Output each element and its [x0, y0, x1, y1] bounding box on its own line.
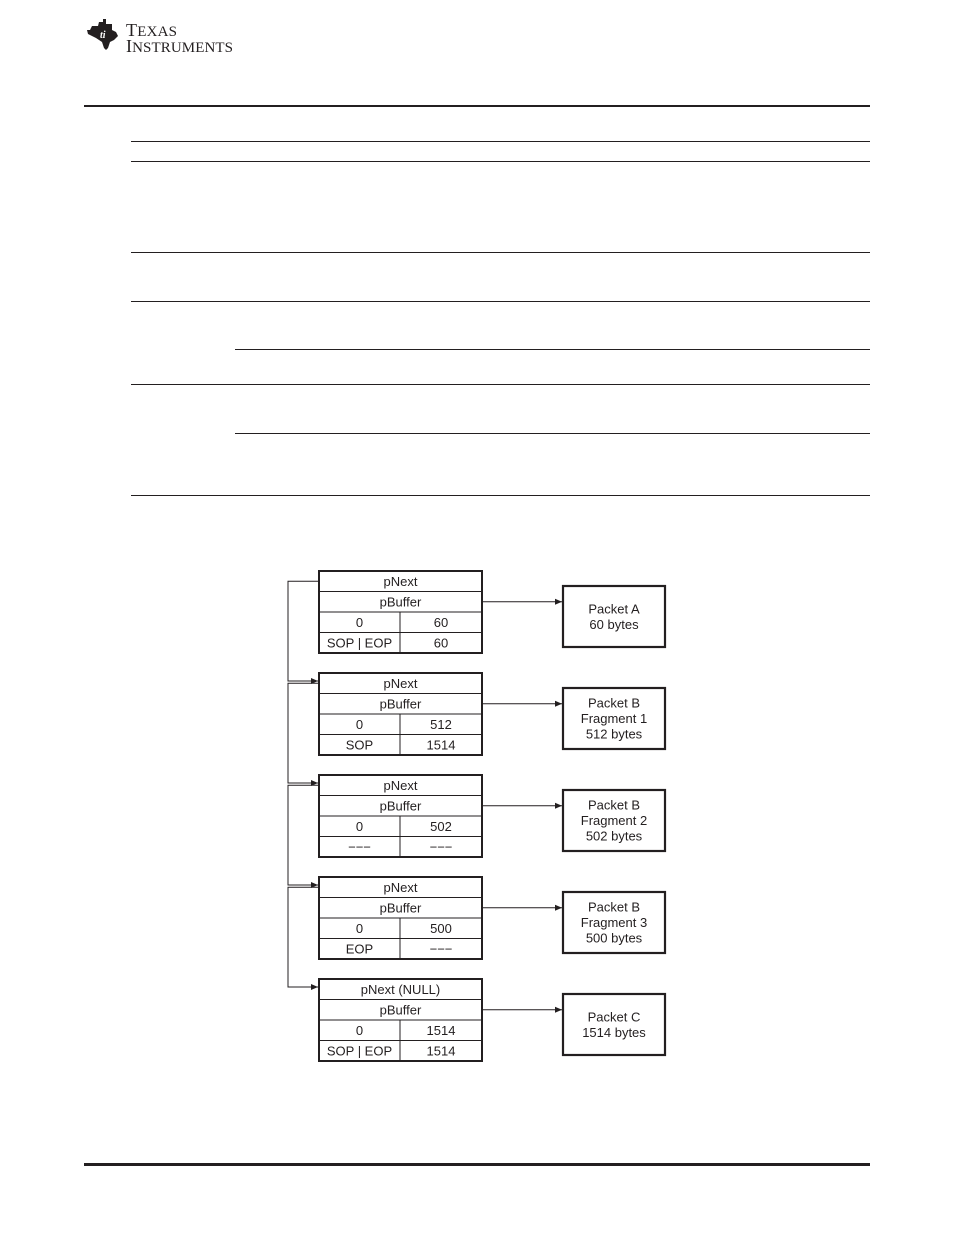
- field-buffer-length: 502: [430, 819, 452, 834]
- field-pbuffer: pBuffer: [380, 697, 422, 712]
- field-pbuffer: pBuffer: [380, 595, 422, 610]
- descriptor: pNext pBuffer 0 500 EOP −−− Packet BFragment 3…: [287, 876, 667, 990]
- field-buffer-offset: 0: [356, 921, 363, 936]
- field-buffer-length: 500: [430, 921, 452, 936]
- descriptor: pNext pBuffer 0 60 SOP | EOP 60 Packet A60 byt…: [287, 570, 667, 684]
- field-flags: SOP | EOP: [327, 1044, 392, 1059]
- packet-box: Packet BFragment 2502 bytes: [561, 788, 667, 853]
- field-packet-length: 1514: [427, 1044, 456, 1059]
- field-pnext: pNext: [384, 778, 418, 793]
- field-pnext: pNext (NULL): [361, 982, 440, 997]
- pnext-link-arrow: [287, 682, 319, 786]
- field-pnext: pNext: [384, 880, 418, 895]
- packet-label-line: Packet B: [588, 900, 640, 915]
- field-pnext: pNext: [384, 676, 418, 691]
- packet-box: Packet BFragment 1512 bytes: [561, 686, 667, 751]
- field-flags: SOP | EOP: [327, 636, 392, 651]
- packet-label-line: Packet C: [588, 1009, 641, 1024]
- field-pbuffer: pBuffer: [380, 799, 422, 814]
- field-buffer-length: 60: [434, 615, 448, 630]
- field-pbuffer: pBuffer: [380, 901, 422, 916]
- packet-label-line: Packet B: [588, 696, 640, 711]
- field-buffer-offset: 0: [356, 717, 363, 732]
- field-buffer-length: 512: [430, 717, 452, 732]
- field-packet-length: −−−: [430, 942, 453, 957]
- pnext-link-arrow: [287, 784, 319, 888]
- packet-label-line: 502 bytes: [586, 829, 643, 844]
- descriptor: pNext pBuffer 0 512 SOP 1514 Packet BFragment …: [287, 672, 667, 786]
- packet-label-line: Fragment 1: [581, 711, 647, 726]
- packet-box: Packet C1514 bytes: [561, 992, 667, 1057]
- footer-rule: [84, 1163, 870, 1166]
- field-pnext: pNext: [384, 574, 418, 589]
- field-buffer-length: 1514: [427, 1023, 456, 1038]
- field-flags: EOP: [346, 942, 373, 957]
- packet-label-line: 1514 bytes: [582, 1025, 646, 1040]
- pnext-link-arrow: [287, 580, 319, 684]
- field-packet-length: 1514: [427, 738, 456, 753]
- packet-label-line: Packet A: [588, 601, 640, 616]
- pnext-link-arrow: [287, 886, 319, 990]
- packet-label-line: Fragment 2: [581, 813, 647, 828]
- field-buffer-offset: 0: [356, 819, 363, 834]
- field-buffer-offset: 0: [356, 615, 363, 630]
- field-buffer-offset: 0: [356, 1023, 363, 1038]
- field-packet-length: −−−: [430, 840, 453, 855]
- field-flags: SOP: [346, 738, 373, 753]
- packet-label-line: Packet B: [588, 798, 640, 813]
- descriptor: pNext (NULL) pBuffer 0 1514 SOP | EOP 1514 Pac…: [318, 978, 667, 1062]
- field-pbuffer: pBuffer: [380, 1003, 422, 1018]
- packet-label-line: Fragment 3: [581, 915, 647, 930]
- packet-box: Packet A60 bytes: [561, 584, 667, 649]
- packet-box: Packet BFragment 3500 bytes: [561, 890, 667, 955]
- packet-label-line: 500 bytes: [586, 931, 643, 946]
- descriptor-chain-diagram: pNext pBuffer 0 60 SOP | EOP 60 Packet A60 byt…: [287, 570, 667, 1062]
- packet-label-line: 512 bytes: [586, 727, 643, 742]
- field-flags: −−−: [348, 840, 371, 855]
- packet-label-line: 60 bytes: [589, 617, 639, 632]
- field-packet-length: 60: [434, 636, 448, 651]
- descriptor: pNext pBuffer 0 502 −−− −−− Packet BFragment 2…: [287, 774, 667, 888]
